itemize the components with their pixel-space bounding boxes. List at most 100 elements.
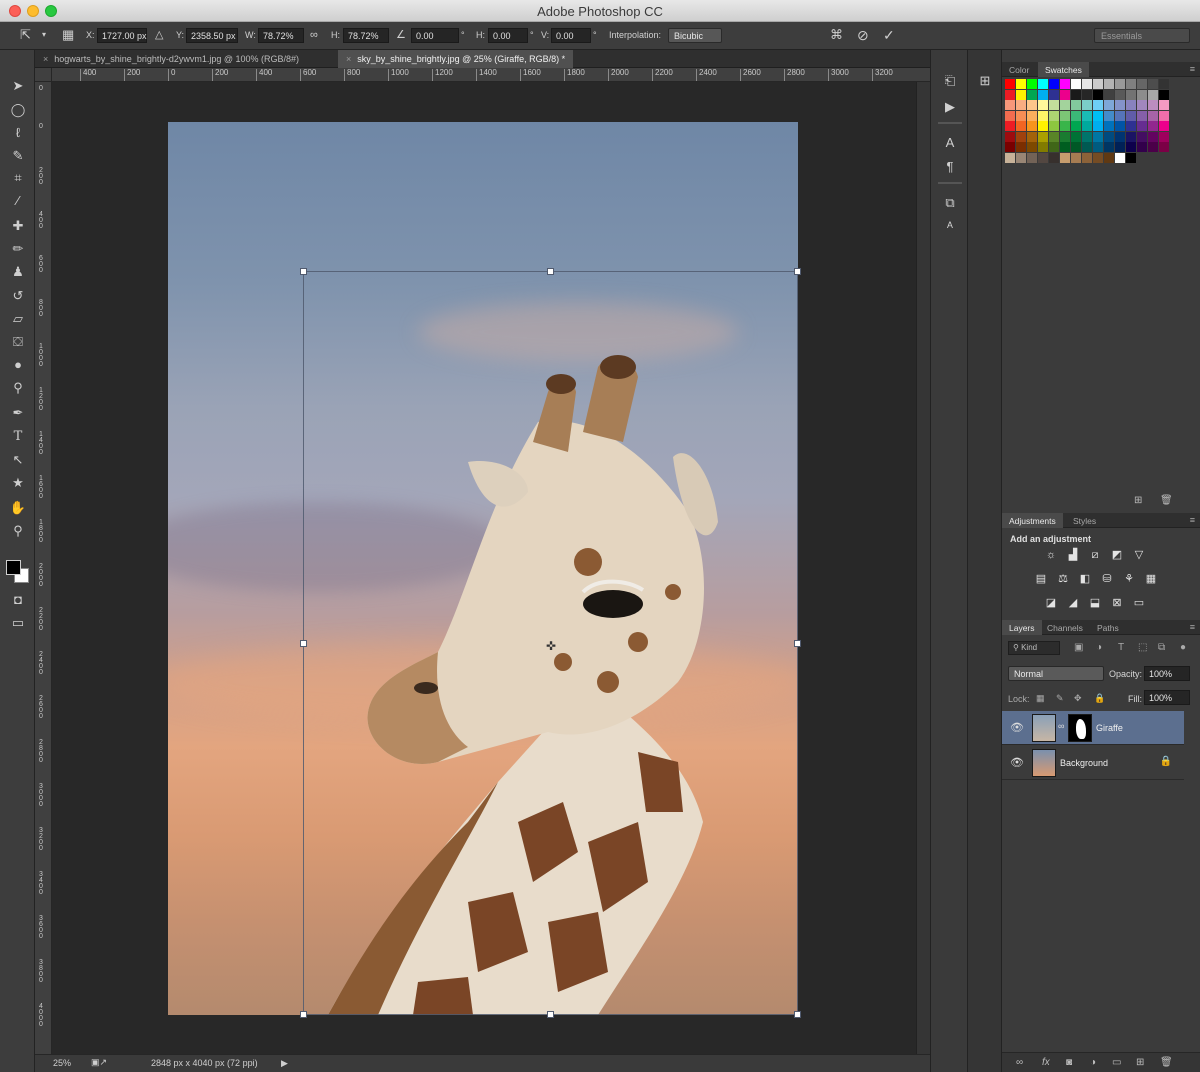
color-swatch[interactable] (1126, 100, 1136, 110)
mask-link-icon[interactable]: ∞ (1058, 721, 1064, 731)
color-swatch[interactable] (1148, 121, 1158, 131)
layer-comps-icon[interactable]: ⧉ (941, 194, 959, 212)
tab-channels[interactable]: Channels (1040, 620, 1090, 635)
threshold-icon[interactable]: ⬓ (1088, 596, 1102, 610)
color-swatch[interactable] (1060, 152, 1070, 163)
color-swatch[interactable] (1115, 110, 1125, 121)
fill-field[interactable]: 100% (1144, 690, 1190, 705)
color-swatch[interactable] (1126, 110, 1136, 121)
tab-sky[interactable]: × sky_by_shine_brightly.jpg @ 25% (Giraff… (338, 50, 574, 68)
color-swatch[interactable] (1071, 142, 1081, 152)
color-swatch[interactable] (1038, 89, 1048, 100)
actions-panel-icon[interactable]: ▶ (941, 98, 959, 116)
shape-filter-icon[interactable]: ⬚ (1138, 642, 1147, 653)
color-swatch[interactable] (1027, 131, 1037, 142)
history-brush-tool-icon[interactable]: ↺ (8, 286, 28, 306)
marquee-tool-icon[interactable]: ◯ (8, 100, 28, 120)
status-menu-arrow-icon[interactable]: ▶ (281, 1058, 288, 1069)
zoom-tool-icon[interactable]: ⚲ (8, 521, 28, 541)
levels-icon[interactable]: ▟ (1066, 548, 1080, 562)
color-swatch[interactable] (1027, 152, 1037, 163)
pen-tool-icon[interactable]: ✒ (8, 403, 28, 423)
pixel-filter-icon[interactable]: ▣ (1074, 642, 1083, 653)
color-swatch[interactable] (1060, 131, 1070, 142)
color-swatch[interactable] (1060, 100, 1070, 110)
color-swatch[interactable] (1115, 100, 1125, 110)
ruler-origin[interactable] (35, 68, 52, 82)
transform-handle-top[interactable] (547, 268, 554, 275)
posterize-icon[interactable]: ◢ (1066, 596, 1080, 610)
color-swatch[interactable] (1049, 121, 1059, 131)
color-swatch[interactable] (1126, 121, 1136, 131)
panel-menu-icon[interactable]: ≡ (1190, 515, 1195, 525)
reference-point-icon[interactable]: ▦ (62, 27, 74, 43)
color-swatch[interactable] (1115, 79, 1125, 89)
color-swatch[interactable] (1137, 121, 1147, 131)
color-swatch[interactable] (1060, 79, 1070, 89)
layer-name[interactable]: Giraffe (1096, 723, 1123, 733)
x-field[interactable]: 1727.00 px (97, 28, 147, 43)
color-swatch[interactable] (1005, 100, 1015, 110)
transform-handle-top-left[interactable] (300, 268, 307, 275)
color-swatch[interactable] (1148, 79, 1158, 89)
shape-tool-icon[interactable]: ★ (8, 473, 28, 493)
color-swatch[interactable] (1038, 142, 1048, 152)
new-adjustment-layer-icon[interactable]: ◑ (1090, 1057, 1096, 1068)
lock-pixels-icon[interactable]: ✎ (1056, 693, 1064, 704)
eyedropper-tool-icon[interactable]: ⁄ (8, 191, 28, 211)
type-tool-icon[interactable]: T (8, 427, 28, 447)
color-swatch[interactable] (1126, 79, 1136, 89)
color-swatch[interactable] (1049, 142, 1059, 152)
tab-hogwarts[interactable]: × hogwarts_by_shine_brightly-d2ywvm1.jpg … (35, 50, 307, 68)
transform-handle-bottom-left[interactable] (300, 1011, 307, 1018)
color-swatch[interactable] (1038, 121, 1048, 131)
layer-mask-thumbnail[interactable] (1068, 714, 1092, 742)
tool-preset-dropdown[interactable]: ▾ (42, 27, 46, 43)
add-mask-icon[interactable]: ◙ (1066, 1057, 1072, 1068)
type-filter-icon[interactable]: T (1118, 642, 1124, 653)
brightness-contrast-icon[interactable]: ☼ (1044, 548, 1058, 562)
color-swatch[interactable] (1115, 142, 1125, 152)
color-swatch[interactable] (1115, 131, 1125, 142)
transform-handle-right[interactable] (794, 640, 801, 647)
color-swatch[interactable] (1104, 100, 1114, 110)
quick-selection-tool-icon[interactable]: ✎ (8, 146, 28, 166)
color-swatch[interactable] (1016, 110, 1026, 121)
hskew-field[interactable]: 0.00 (488, 28, 528, 43)
color-swatch[interactable] (1159, 121, 1169, 131)
color-swatch[interactable] (1027, 142, 1037, 152)
color-swatch[interactable] (1027, 79, 1037, 89)
curves-icon[interactable]: ⧄ (1088, 548, 1102, 562)
color-swatch[interactable] (1060, 121, 1070, 131)
color-swatch[interactable] (1038, 79, 1048, 89)
color-swatch[interactable] (1038, 131, 1048, 142)
move-tool-icon[interactable]: ➤ (8, 76, 28, 96)
path-selection-tool-icon[interactable]: ↖ (8, 450, 28, 470)
color-swatch[interactable] (1093, 152, 1103, 163)
new-group-icon[interactable]: ▭ (1112, 1057, 1121, 1068)
status-icon[interactable]: ▣↗ (91, 1057, 107, 1068)
color-swatch[interactable] (1049, 131, 1059, 142)
color-swatch[interactable] (1082, 142, 1092, 152)
delta-icon[interactable]: △ (155, 27, 163, 43)
blur-tool-icon[interactable]: ● (8, 355, 28, 375)
quick-mask-icon[interactable]: ◘ (8, 590, 28, 610)
color-swatch[interactable] (1016, 100, 1026, 110)
new-swatch-icon[interactable]: ⊞ (1134, 495, 1142, 506)
move-transform-icon[interactable]: ⇱ (20, 27, 31, 43)
color-swatch[interactable] (1093, 142, 1103, 152)
color-swatch[interactable] (1005, 131, 1015, 142)
color-swatch[interactable] (1159, 100, 1169, 110)
color-swatch[interactable] (1093, 79, 1103, 89)
color-swatch[interactable] (1038, 152, 1048, 163)
zoom-level[interactable]: 25% (53, 1058, 71, 1068)
vskew-field[interactable]: 0.00 (551, 28, 591, 43)
color-swatch[interactable] (1104, 110, 1114, 121)
dodge-tool-icon[interactable]: ⚲ (8, 378, 28, 398)
color-swatch[interactable] (1148, 100, 1158, 110)
color-swatch[interactable] (1115, 121, 1125, 131)
lock-position-icon[interactable]: ✥ (1074, 693, 1082, 704)
eraser-tool-icon[interactable]: ▱ (8, 309, 28, 329)
color-swatch[interactable] (1115, 89, 1125, 100)
layer-row-background[interactable]: 👁 Background 🔒 (1002, 746, 1184, 780)
